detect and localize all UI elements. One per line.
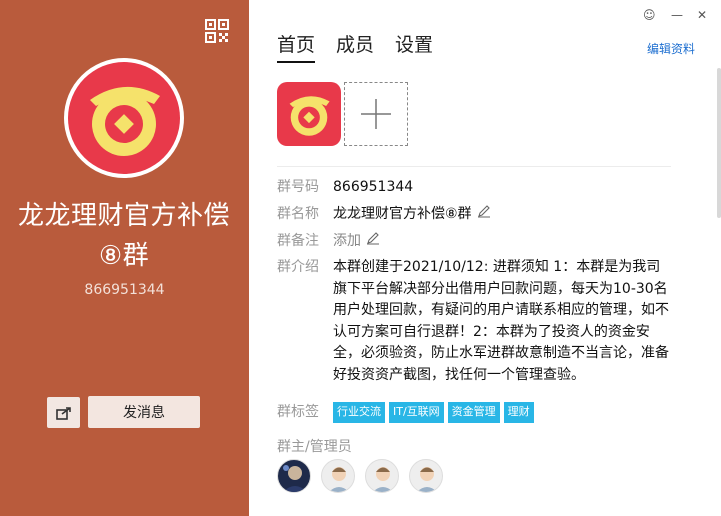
- group-title: 龙龙理财官方补偿⑧群: [17, 201, 230, 271]
- group-intro-row: 群介绍 本群创建于2021/10/12: 进群须知 1：本群是为我司旗下平台解决…: [277, 257, 669, 386]
- group-number: 866951344: [84, 282, 165, 298]
- group-avatar-large[interactable]: [64, 58, 184, 178]
- default-user-icon: [328, 467, 350, 492]
- tab-settings[interactable]: 设置: [395, 30, 433, 63]
- divider: [277, 166, 671, 167]
- tag-item[interactable]: 理财: [503, 402, 534, 423]
- qr-code-icon[interactable]: [205, 19, 229, 43]
- share-icon: [55, 406, 71, 420]
- group-number-row: 群号码 866951344: [277, 177, 413, 198]
- group-note-row: 群备注 添加: [277, 231, 380, 252]
- owner-avatar[interactable]: [277, 459, 311, 493]
- tag-item[interactable]: 行业交流: [333, 402, 385, 423]
- feedback-icon[interactable]: ☺: [643, 8, 656, 22]
- edit-profile-link[interactable]: 编辑资料: [647, 40, 695, 57]
- close-icon[interactable]: ✕: [697, 8, 707, 22]
- window-controls: ☺ — ✕: [631, 8, 721, 28]
- group-intro-text: 本群创建于2021/10/12: 进群须知 1：本群是为我司旗下平台解决部分出借…: [333, 259, 669, 383]
- admin-avatar[interactable]: [365, 459, 399, 493]
- tag-item[interactable]: 资金管理: [447, 402, 500, 423]
- user-photo-icon: [282, 465, 308, 492]
- minimize-icon[interactable]: —: [671, 8, 683, 22]
- tab-home[interactable]: 首页: [277, 30, 316, 63]
- group-note-label: 群备注: [277, 233, 319, 249]
- scrollbar[interactable]: [717, 68, 721, 218]
- admins-label: 群主/管理员: [277, 439, 352, 455]
- share-button[interactable]: [47, 397, 80, 428]
- add-photo-button[interactable]: [344, 82, 408, 146]
- group-name-value: 龙龙理财官方补偿⑧群: [333, 206, 472, 222]
- default-user-icon: [372, 467, 394, 492]
- group-intro-label: 群介绍: [277, 259, 319, 275]
- tag-item[interactable]: IT/互联网: [389, 402, 444, 423]
- tag-list: 行业交流 IT/互联网 资金管理 理财: [333, 402, 534, 423]
- edit-pencil-icon[interactable]: [366, 231, 380, 245]
- group-note-add-link[interactable]: 添加: [333, 231, 361, 252]
- left-profile-panel: 龙龙理财官方补偿⑧群 866951344 发消息: [0, 0, 249, 516]
- group-name-row: 群名称 龙龙理财官方补偿⑧群: [277, 204, 491, 225]
- group-name-label: 群名称: [277, 206, 319, 222]
- group-avatar-thumb[interactable]: [277, 82, 341, 146]
- tab-members[interactable]: 成员: [336, 30, 374, 63]
- send-message-button[interactable]: 发消息: [88, 396, 200, 428]
- tab-bar: 首页 成员 设置: [277, 30, 433, 63]
- group-tags-label: 群标签: [277, 404, 319, 420]
- default-user-icon: [416, 467, 438, 492]
- group-info-panel: ☺ — ✕ 首页 成员 设置 编辑资料 群号码 866951344 群名称 龙龙…: [249, 0, 721, 516]
- group-number-label: 群号码: [277, 179, 319, 195]
- coin-logo-icon: [289, 96, 330, 136]
- group-tags-row: 群标签 行业交流 IT/互联网 资金管理 理财: [277, 402, 534, 423]
- admin-list: [277, 459, 443, 493]
- admin-avatar[interactable]: [321, 459, 355, 493]
- admin-avatar[interactable]: [409, 459, 443, 493]
- edit-pencil-icon[interactable]: [477, 204, 491, 218]
- group-number-value: 866951344: [333, 179, 414, 195]
- plus-icon: [361, 99, 391, 129]
- coin-logo-icon: [90, 86, 160, 156]
